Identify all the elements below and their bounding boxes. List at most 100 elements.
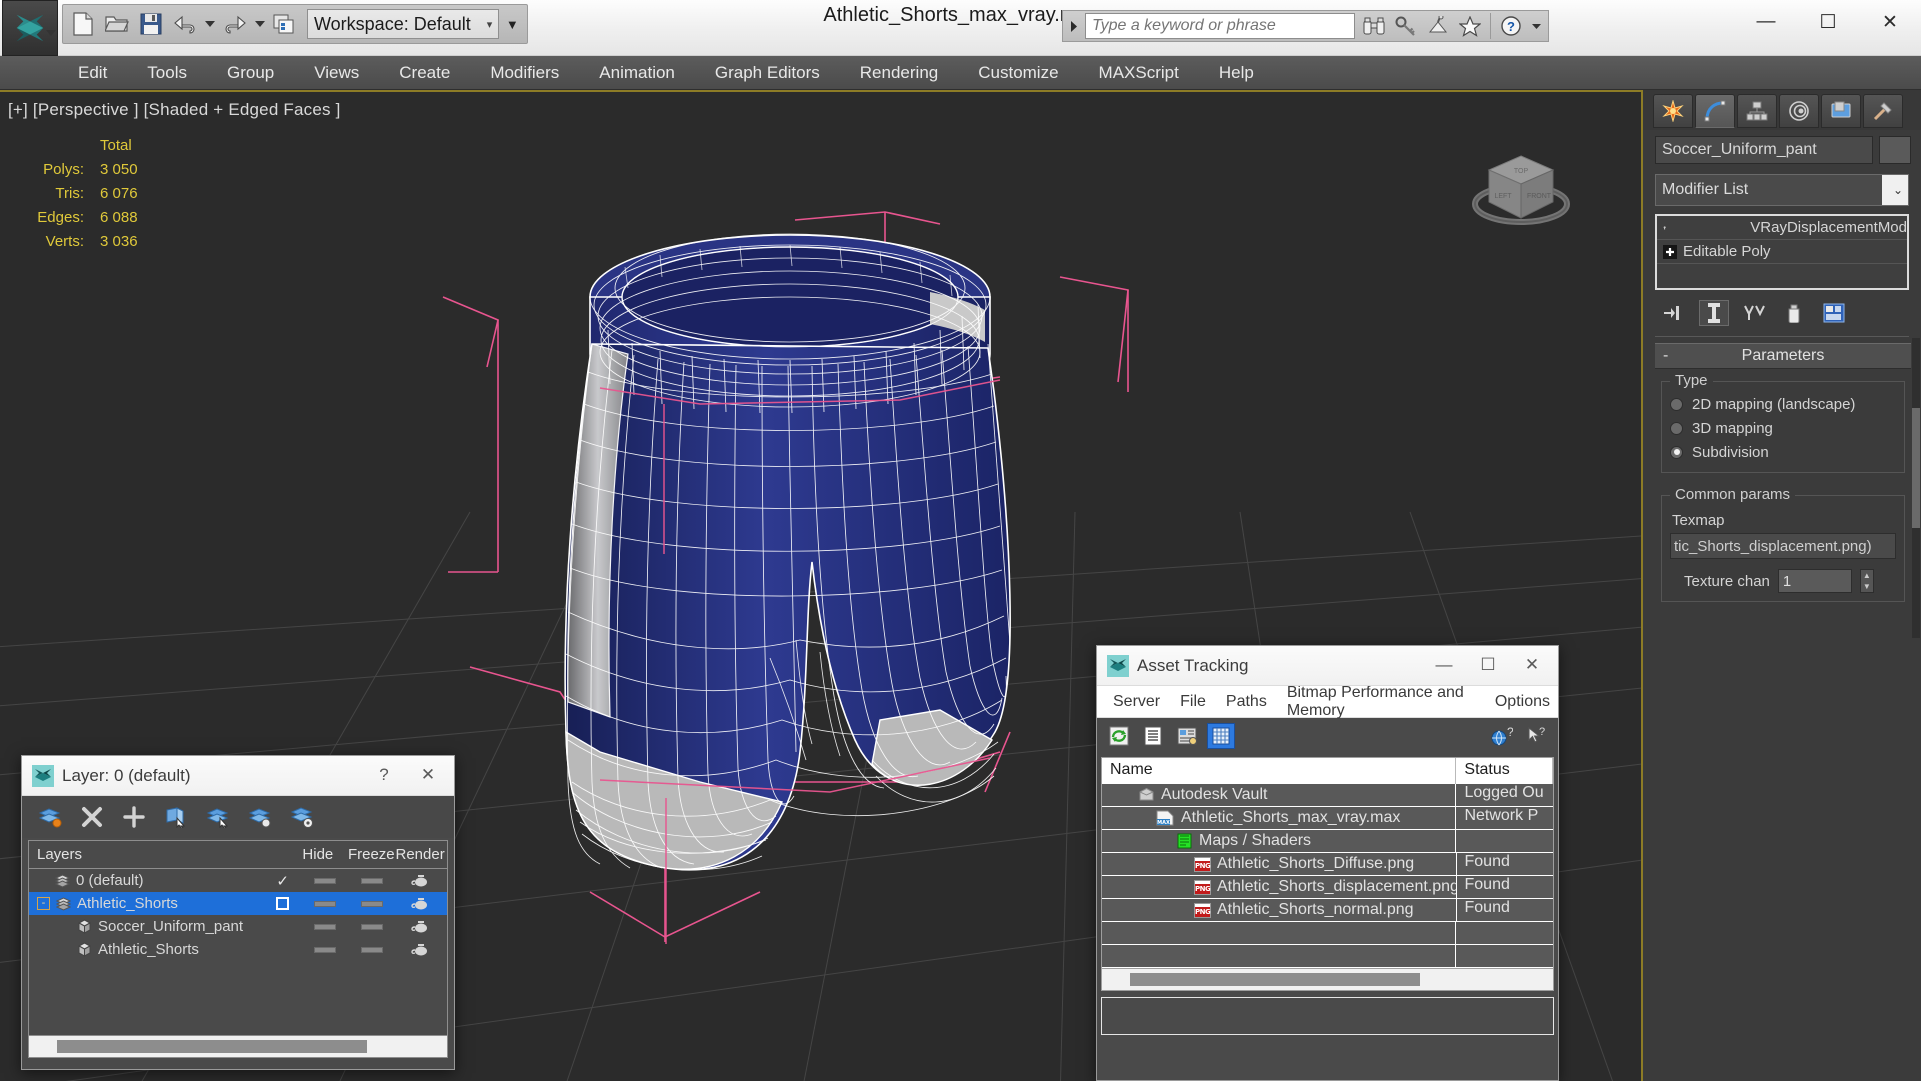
undo-dropdown-button[interactable] — [203, 7, 217, 41]
table-row[interactable]: Autodesk Vault Logged Ou — [1102, 784, 1553, 807]
close-button[interactable]: ✕ — [1859, 0, 1921, 44]
menu-customize[interactable]: Customize — [958, 58, 1078, 88]
display-tab[interactable] — [1821, 94, 1861, 128]
table-row[interactable]: PNG Athletic_Shorts_displacement.png Fou… — [1102, 876, 1553, 899]
list-view-button[interactable] — [1139, 723, 1167, 749]
layer-dialog-titlebar[interactable]: Layer: 0 (default) ? ✕ — [22, 756, 454, 796]
project-folder-button[interactable] — [269, 7, 301, 41]
create-new-layer-button[interactable] — [36, 803, 64, 831]
workspace-selector[interactable]: Workspace: Default ▾ — [307, 9, 500, 39]
help-button[interactable]: ? — [1496, 11, 1526, 41]
pin-stack-button[interactable] — [1659, 300, 1689, 326]
set-current-layer-button[interactable] — [246, 803, 274, 831]
configure-modifier-sets-button[interactable] — [1819, 300, 1849, 326]
menu-edit[interactable]: Edit — [58, 58, 127, 88]
table-row[interactable]: 0 (default) ✓ — [29, 869, 447, 892]
redo-dropdown-button[interactable] — [253, 7, 267, 41]
context-help-button[interactable]: ? — [1522, 723, 1550, 749]
save-file-button[interactable] — [135, 7, 167, 41]
open-file-button[interactable] — [101, 7, 133, 41]
radio-2d-mapping[interactable]: 2D mapping (landscape) — [1670, 392, 1896, 416]
table-row[interactable]: Maps / Shaders — [1102, 830, 1553, 853]
utilities-tab[interactable] — [1863, 94, 1903, 128]
table-row[interactable]: Athletic_Shorts — [29, 938, 447, 961]
menu-modifiers[interactable]: Modifiers — [470, 58, 579, 88]
table-row[interactable]: PNG Athletic_Shorts_normal.png Found — [1102, 899, 1553, 922]
workspace-more-button[interactable]: ▼ — [501, 7, 523, 41]
add-selection-to-layer-button[interactable] — [120, 803, 148, 831]
render-toggle[interactable] — [396, 874, 447, 888]
app-logo-button[interactable] — [2, 0, 58, 56]
asset-tracking-titlebar[interactable]: Asset Tracking — ☐ ✕ — [1097, 646, 1558, 686]
favorites-button[interactable] — [1455, 11, 1485, 41]
detail-view-button[interactable] — [1173, 723, 1201, 749]
menu-tools[interactable]: Tools — [127, 58, 207, 88]
view-cube[interactable]: TOP LEFT FRONT — [1461, 132, 1581, 252]
object-name-field[interactable]: Soccer_Uniform_pant — [1655, 136, 1873, 164]
undo-button[interactable] — [169, 7, 201, 41]
freeze-toggle[interactable] — [348, 877, 396, 884]
table-row[interactable]: PNG Athletic_Shorts_Diffuse.png Found — [1102, 853, 1553, 876]
asset-close-button[interactable]: ✕ — [1510, 646, 1554, 684]
table-row[interactable]: MAX Athletic_Shorts_max_vray.max Network… — [1102, 807, 1553, 830]
render-toggle[interactable] — [396, 920, 447, 934]
hierarchy-tab[interactable] — [1737, 94, 1777, 128]
help-dropdown-button[interactable] — [1528, 11, 1544, 41]
table-row[interactable]: - Athletic_Shorts — [29, 892, 447, 915]
hide-toggle[interactable] — [303, 923, 349, 930]
search-expand-arrow[interactable] — [1063, 11, 1085, 41]
select-highlighted-layer-button[interactable] — [204, 803, 232, 831]
show-end-result-button[interactable] — [1699, 300, 1729, 326]
minimize-button[interactable]: — — [1735, 0, 1797, 44]
asset-list-horizontal-scrollbar[interactable] — [1102, 968, 1553, 990]
asset-menu-paths[interactable]: Paths — [1218, 689, 1275, 715]
maximize-button[interactable]: ☐ — [1797, 0, 1859, 44]
key-button[interactable] — [1391, 11, 1421, 41]
render-toggle[interactable] — [396, 943, 447, 957]
asset-menu-server[interactable]: Server — [1105, 689, 1168, 715]
layer-dialog-help-button[interactable]: ? — [362, 756, 406, 794]
asset-menu-file[interactable]: File — [1172, 689, 1214, 715]
make-unique-button[interactable] — [1739, 300, 1769, 326]
motion-tab[interactable] — [1779, 94, 1819, 128]
radio-subdivision[interactable]: Subdivision — [1670, 440, 1896, 464]
asset-minimize-button[interactable]: — — [1422, 646, 1466, 684]
menu-group[interactable]: Group — [207, 58, 294, 88]
current-layer-box[interactable] — [263, 897, 303, 910]
modifier-stack-item-editable-poly[interactable]: Editable Poly — [1657, 240, 1907, 264]
grid-view-button[interactable] — [1207, 723, 1235, 749]
refresh-button[interactable] — [1105, 723, 1133, 749]
menu-rendering[interactable]: Rendering — [840, 58, 958, 88]
freeze-toggle[interactable] — [348, 900, 396, 907]
radio-3d-mapping[interactable]: 3D mapping — [1670, 416, 1896, 440]
app-logo-dropdown-arrow[interactable] — [46, 30, 56, 36]
modifier-stack-item-vraydisplacementmod[interactable]: VRayDisplacementMod — [1657, 216, 1907, 240]
viewport-label[interactable]: [+] [Perspective ] [Shaded + Edged Faces… — [8, 100, 341, 120]
menu-maxscript[interactable]: MAXScript — [1079, 58, 1199, 88]
menu-create[interactable]: Create — [379, 58, 470, 88]
layer-list-horizontal-scrollbar[interactable] — [29, 1035, 447, 1057]
asset-menu-bitmap[interactable]: Bitmap Performance and Memory — [1279, 680, 1483, 724]
satellite-dish-button[interactable] — [1423, 11, 1453, 41]
render-toggle[interactable] — [396, 897, 448, 911]
table-row[interactable]: Soccer_Uniform_pant — [29, 915, 447, 938]
binoculars-button[interactable] — [1359, 11, 1389, 41]
delete-layer-button[interactable] — [78, 803, 106, 831]
menu-help[interactable]: Help — [1199, 58, 1274, 88]
chevron-down-icon[interactable]: ⌄ — [1882, 175, 1908, 205]
menu-graph-editors[interactable]: Graph Editors — [695, 58, 840, 88]
expander-toggle[interactable]: - — [37, 897, 50, 910]
freeze-toggle[interactable] — [348, 946, 395, 953]
modify-tab[interactable] — [1695, 94, 1735, 128]
asset-menu-options[interactable]: Options — [1487, 689, 1558, 715]
layer-properties-button[interactable] — [288, 803, 316, 831]
create-tab[interactable] — [1653, 94, 1693, 128]
parameters-rollout-header[interactable]: - Parameters — [1655, 343, 1911, 369]
table-row[interactable] — [1102, 922, 1553, 945]
asset-maximize-button[interactable]: ☐ — [1466, 646, 1510, 684]
texture-channel-input[interactable]: 1 — [1777, 569, 1852, 593]
modifier-list-dropdown[interactable]: Modifier List ⌄ — [1655, 174, 1909, 206]
new-file-button[interactable] — [67, 7, 99, 41]
layer-dialog-close-button[interactable]: ✕ — [406, 756, 450, 794]
hide-toggle[interactable] — [302, 877, 348, 884]
